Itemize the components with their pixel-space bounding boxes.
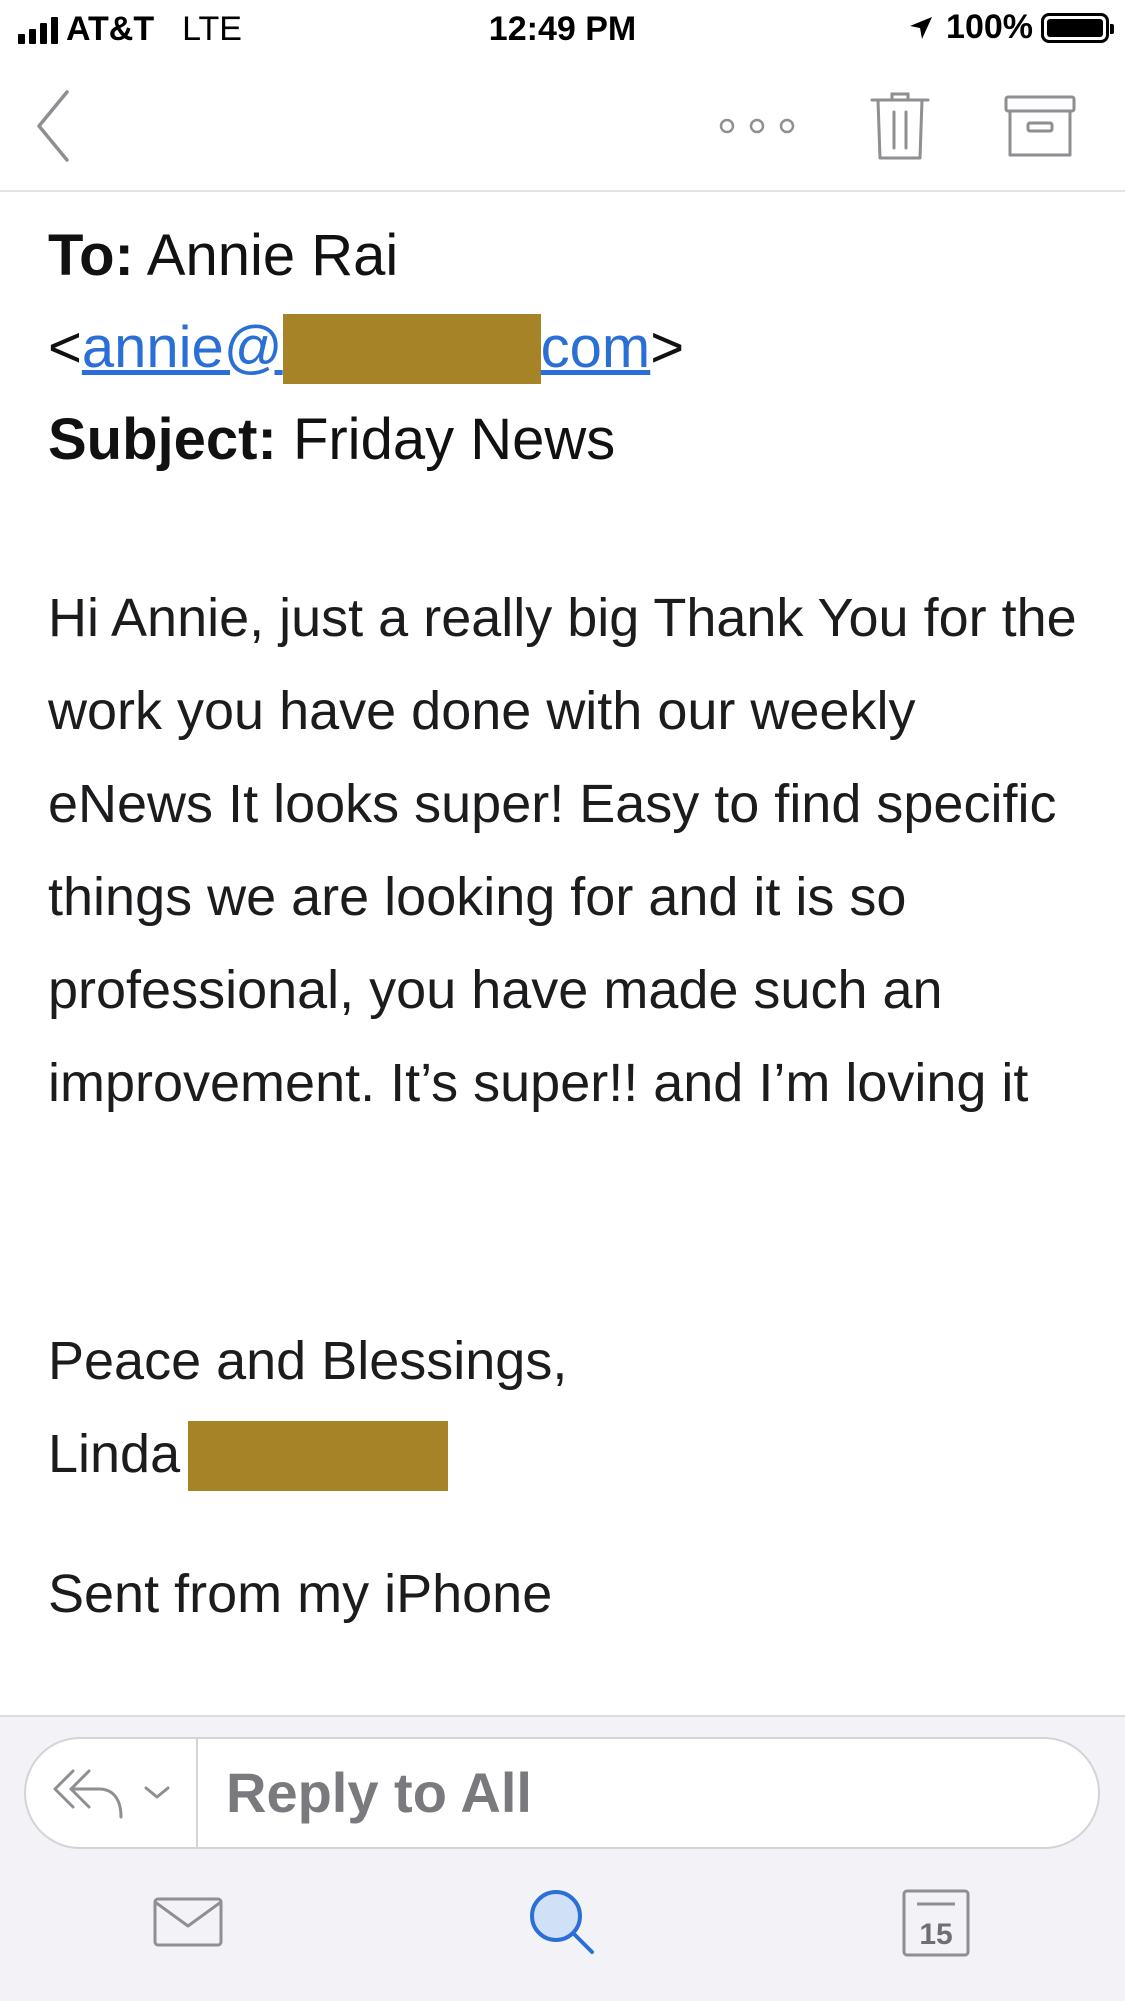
signoff-line: Peace and Blessings,: [48, 1331, 568, 1391]
more-dots-icon: [719, 118, 795, 134]
signature-line: Linda: [48, 1408, 1088, 1501]
calendar-day: 15: [919, 1918, 952, 1951]
more-options-button[interactable]: [712, 62, 802, 190]
tab-search[interactable]: [502, 1877, 622, 1967]
status-bar: AT&T LTE 12:49 PM 100%: [0, 0, 1125, 62]
archive-button[interactable]: [990, 62, 1090, 190]
reply-bar[interactable]: Reply to All: [24, 1737, 1100, 1849]
subject-line: Subject: Friday News: [48, 394, 1088, 486]
subject-text: Friday News: [292, 407, 616, 472]
reply-to-all-field[interactable]: Reply to All: [226, 1739, 532, 1847]
to-line: To: Annie Rai: [48, 210, 1088, 302]
to-label: To:: [48, 223, 134, 288]
archive-icon: [1004, 95, 1076, 157]
redacted-domain: [282, 313, 541, 384]
battery-fill: [1047, 18, 1103, 37]
email-open-bracket: <: [48, 315, 82, 380]
email-link-end: com: [540, 315, 651, 380]
message-toolbar: [0, 62, 1125, 192]
calendar-icon: 15: [902, 1889, 970, 1957]
status-right: 100%: [908, 8, 1114, 47]
back-button[interactable]: [18, 62, 88, 190]
battery-percentage: 100%: [946, 8, 1033, 46]
trash-icon: [870, 92, 930, 160]
email-signoff: Peace and Blessings, Linda: [48, 1315, 1088, 1501]
sent-from-signature: Sent from my iPhone: [48, 1564, 553, 1624]
chevron-down-icon: [144, 1786, 170, 1799]
email-body: Hi Annie, just a really big Thank You fo…: [48, 588, 1077, 1113]
email-header: To: Annie Rai <annie@ com> Subject: Frida…: [48, 210, 1088, 486]
bottom-area: Reply to All 15: [0, 1715, 1125, 2001]
tab-mail[interactable]: [128, 1877, 248, 1967]
battery-icon: [1041, 12, 1114, 43]
search-icon: [530, 1890, 594, 1954]
subject-label: Subject:: [48, 407, 277, 472]
recipient-name: Annie Rai: [146, 223, 399, 288]
chevron-left-icon: [37, 90, 69, 162]
email-link-start: annie@: [81, 315, 283, 380]
mail-icon: [153, 1897, 223, 1947]
location-arrow-icon: [910, 16, 933, 39]
redacted-surname: [188, 1420, 449, 1491]
signature-name: Linda: [48, 1424, 181, 1484]
recipient-email-line: <annie@ com>: [48, 302, 1088, 394]
email-close-bracket: >: [650, 315, 685, 380]
recipient-email-link[interactable]: annie@ com: [81, 313, 651, 384]
tab-calendar[interactable]: 15: [876, 1877, 996, 1967]
reply-all-icon: [53, 1769, 123, 1819]
delete-button[interactable]: [860, 62, 940, 190]
tab-bar: 15: [0, 1867, 1125, 2003]
reply-options-button[interactable]: [26, 1739, 198, 1847]
